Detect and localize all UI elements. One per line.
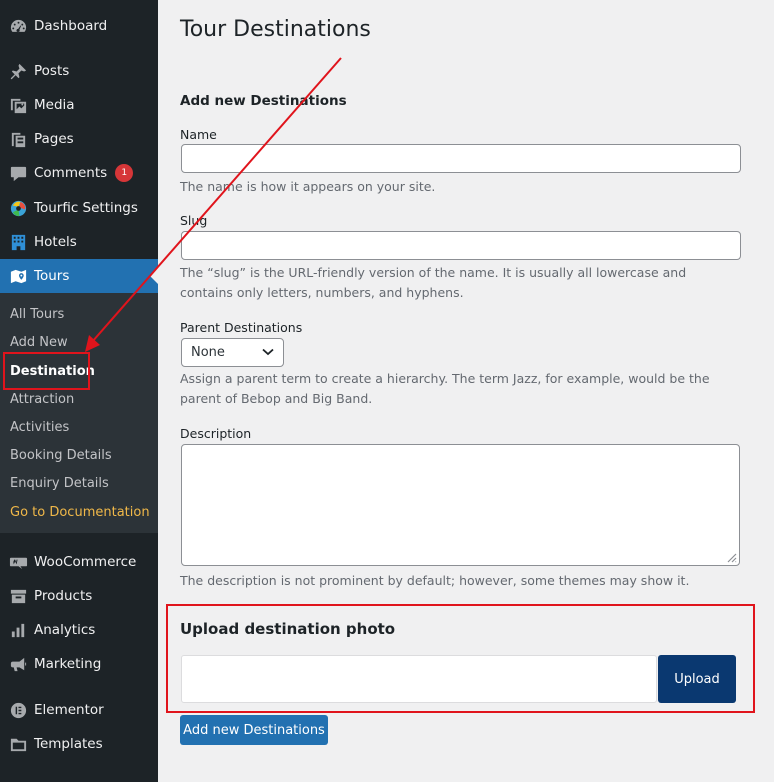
- form-section-title: Add new Destinations: [180, 93, 347, 109]
- menu-item-comments[interactable]: Comments 1: [0, 156, 158, 190]
- menu-item-tours[interactable]: Tours: [0, 259, 158, 293]
- menu-item-templates[interactable]: Templates: [0, 727, 158, 761]
- upload-button[interactable]: Upload: [658, 655, 736, 703]
- name-description: The name is how it appears on your site.: [180, 179, 436, 194]
- menu-item-dashboard[interactable]: Dashboard: [0, 9, 158, 43]
- comment-count-badge: 1: [115, 164, 134, 182]
- page-title: Tour Destinations: [180, 17, 371, 42]
- destination-highlight-box: [3, 352, 90, 390]
- slug-description: The “slug” is the URL-friendly version o…: [180, 265, 687, 300]
- menu-label: Elementor: [34, 702, 104, 718]
- menu-label: Dashboard: [34, 18, 108, 34]
- slug-label: Slug: [180, 213, 208, 228]
- menu-label: Tours: [34, 268, 70, 284]
- megaphone-icon: [0, 655, 34, 674]
- media-icon: [0, 96, 34, 115]
- folder-icon: [0, 735, 34, 754]
- pin-icon: [0, 62, 34, 81]
- submenu-enquiry-details[interactable]: Enquiry Details: [10, 476, 109, 491]
- menu-item-media[interactable]: Media: [0, 88, 158, 122]
- archive-icon: [0, 587, 34, 606]
- parent-destinations-label: Parent Destinations: [180, 320, 303, 335]
- description-help: The description is not prominent by defa…: [180, 573, 690, 588]
- menu-label: Marketing: [34, 656, 102, 672]
- chevron-down-icon: [262, 345, 274, 360]
- upload-photo-title: Upload destination photo: [180, 620, 396, 638]
- tourfic-logo-icon: [0, 199, 34, 218]
- menu-item-marketing[interactable]: Marketing: [0, 647, 158, 681]
- menu-label: Tourfic Settings: [34, 200, 138, 216]
- parent-destinations-select[interactable]: None: [181, 338, 284, 367]
- woo-icon: [0, 553, 34, 572]
- menu-label: Posts: [34, 63, 70, 79]
- menu-item-tourfic-settings[interactable]: Tourfic Settings: [0, 191, 158, 225]
- name-label: Name: [180, 127, 217, 142]
- submenu-all-tours[interactable]: All Tours: [10, 307, 64, 322]
- submenu-attraction[interactable]: Attraction: [10, 392, 74, 407]
- parent-selected-value: None: [191, 345, 225, 360]
- menu-label: Pages: [34, 131, 74, 147]
- add-new-destinations-button[interactable]: Add new Destinations: [180, 715, 328, 745]
- name-input[interactable]: [181, 144, 741, 173]
- submenu-booking-details[interactable]: Booking Details: [10, 448, 112, 463]
- tours-submenu: All Tours Add New Destination Attraction…: [0, 293, 158, 533]
- submenu-go-to-documentation[interactable]: Go to Documentation: [10, 505, 150, 520]
- bar-chart-icon: [0, 621, 34, 640]
- menu-item-posts[interactable]: Posts: [0, 54, 158, 88]
- building-icon: [0, 233, 34, 252]
- menu-item-woocommerce[interactable]: WooCommerce: [0, 545, 158, 579]
- menu-label: Analytics: [34, 622, 96, 638]
- menu-item-pages[interactable]: Pages: [0, 122, 158, 156]
- menu-label: Hotels: [34, 234, 77, 250]
- upload-photo-input[interactable]: [181, 655, 657, 703]
- menu-label: WooCommerce: [34, 554, 137, 570]
- elementor-icon: [0, 701, 34, 720]
- admin-sidebar: Dashboard Posts Media Pages Comments 1 T…: [0, 0, 158, 782]
- parent-description: Assign a parent term to create a hierarc…: [180, 371, 710, 406]
- menu-label: Media: [34, 97, 75, 113]
- menu-item-products[interactable]: Products: [0, 579, 158, 613]
- menu-item-hotels[interactable]: Hotels: [0, 225, 158, 259]
- submenu-activities[interactable]: Activities: [10, 420, 69, 435]
- pages-icon: [0, 130, 34, 149]
- menu-label: Products: [34, 588, 93, 604]
- current-menu-arrow: [150, 268, 158, 284]
- resize-grip-icon[interactable]: [725, 551, 737, 563]
- menu-item-analytics[interactable]: Analytics: [0, 613, 158, 647]
- menu-label: Templates: [34, 736, 103, 752]
- dashboard-icon: [0, 17, 34, 36]
- submenu-add-new[interactable]: Add New: [10, 335, 68, 350]
- comment-icon: [0, 164, 34, 183]
- menu-label: Comments: [34, 165, 108, 181]
- description-label: Description: [180, 426, 252, 441]
- slug-input[interactable]: [181, 231, 741, 260]
- map-icon: [0, 267, 34, 286]
- description-textarea[interactable]: [181, 444, 740, 566]
- menu-item-elementor[interactable]: Elementor: [0, 693, 158, 727]
